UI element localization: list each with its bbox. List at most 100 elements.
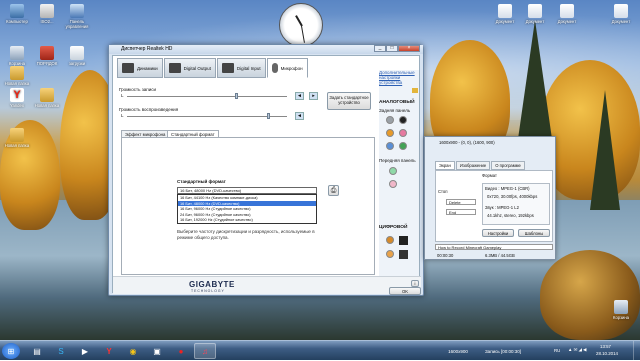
file-name-field[interactable]: How to Record Minecraft Gameplay — [435, 244, 553, 250]
tab-digital-output[interactable]: Digital Output — [163, 58, 216, 78]
desktop-icon-doc2[interactable]: Документ — [520, 4, 550, 24]
analog-label: АНАЛОГОВЫЙ — [379, 100, 415, 105]
restore-format-button[interactable]: ⎙ — [328, 185, 339, 196]
front-jack-green[interactable] — [389, 167, 397, 175]
tab-digital-input[interactable]: Digital Input — [216, 58, 266, 78]
slider-thumb[interactable] — [235, 93, 238, 99]
yandex-icon: Y — [10, 88, 24, 102]
capture-body: Стоп Delete End Формат Видео : MPEG-1 (C… — [435, 170, 553, 242]
desktop-icon-downloads[interactable]: загрузки — [62, 46, 92, 66]
taskbar: ⊞ ▤ S ▶ Y ◉ ▣ ● ♫ 1600x900 Запись [00:00… — [0, 340, 640, 361]
close-button[interactable]: × — [398, 45, 420, 52]
document-icon — [70, 46, 84, 60]
end-hotkey-field[interactable]: End — [446, 209, 476, 215]
set-default-device-button[interactable]: Задать стандартное устройство — [327, 92, 371, 110]
rear-jack-gray[interactable] — [386, 116, 394, 124]
optical-jack[interactable] — [399, 236, 408, 245]
desktop-icon-recycle-right[interactable]: Корзина — [606, 300, 636, 320]
taskbar-app[interactable]: ▣ — [146, 343, 168, 359]
gigabyte-logo: GIGABYTE — [189, 280, 235, 289]
taskbar-chrome[interactable]: ◉ — [122, 343, 144, 359]
settings-button[interactable]: Настройки — [482, 229, 514, 237]
desktop-icon-label: Документ — [495, 19, 515, 24]
record-volume-slider[interactable] — [127, 93, 287, 99]
digital-coax-jack[interactable] — [386, 236, 394, 244]
templates-button[interactable]: Шаблоны — [518, 229, 550, 237]
stop-label: Стоп — [438, 189, 448, 194]
desktop-icon-label: Yandex — [10, 103, 24, 108]
mute-icon[interactable]: ◄ — [295, 112, 304, 120]
desktop-icon-doc1[interactable]: Документ — [490, 4, 520, 24]
audio-format: Звук : MPEG-1 L2 — [485, 205, 519, 210]
taskbar-media[interactable]: ▶ — [74, 343, 96, 359]
desktop-icon-doc3[interactable]: Документ — [552, 4, 582, 24]
clock-minute-hand — [301, 25, 305, 43]
desktop-icon-label: загрузки — [68, 61, 86, 66]
desktop-icon-recycle[interactable]: Корзина — [2, 46, 32, 66]
desktop-icon-iso[interactable]: ISO2... — [32, 4, 62, 24]
desktop-icon-order[interactable]: ПОРЯДОК — [32, 46, 62, 66]
show-desktop-button[interactable] — [633, 341, 640, 361]
digital-jack-orange[interactable] — [386, 250, 394, 258]
front-jack-pink[interactable] — [389, 180, 397, 188]
desktop-icon-doc4[interactable]: Документ — [606, 4, 636, 24]
slider-thumb[interactable] — [267, 113, 270, 119]
digital-label: ЦИФРОВОЙ — [379, 225, 408, 230]
capture-window: 1600x900 - (0, 0), (1600, 900) Экран Изоб… — [424, 136, 556, 260]
taskbar-yandex[interactable]: Y — [98, 343, 120, 359]
rear-jack-black[interactable] — [399, 116, 407, 124]
ok-button[interactable]: OK — [389, 287, 421, 295]
tab-label: Динамики — [137, 65, 158, 71]
record-volume-icon[interactable]: ◄ — [295, 92, 304, 100]
desktop-icon-new-folder[interactable]: Новая папка — [2, 66, 32, 86]
minimize-button[interactable]: _ — [374, 45, 386, 52]
desktop-icon-yandex[interactable]: Y Yandex — [2, 88, 32, 108]
maximize-button[interactable]: □ — [386, 45, 398, 52]
format-select[interactable]: 16 Бит, 48000 Hz (DVD-качество) — [177, 187, 317, 194]
desktop-icon-control-panel[interactable]: Панель управления — [62, 4, 92, 29]
tray-icons[interactable]: ▲ ✉ ◢ ◀ — [568, 347, 586, 353]
taskbar-capture-res[interactable]: 1600x900 — [440, 343, 476, 359]
rear-jack-pink[interactable] — [399, 129, 407, 137]
taskbar-explorer[interactable]: ▤ — [26, 343, 48, 359]
recycle-bin-icon — [614, 300, 628, 314]
playback-volume-slider[interactable] — [127, 113, 287, 119]
desktop-icon-label: Новая папка — [4, 81, 30, 86]
clock-gadget[interactable] — [279, 3, 323, 47]
taskbar-record[interactable]: ● — [170, 343, 192, 359]
tab-screen[interactable]: Экран — [435, 161, 455, 170]
desktop-icon-label: Панель управления — [65, 19, 89, 29]
language-indicator[interactable]: RU — [554, 348, 560, 353]
rear-jack-blue[interactable] — [386, 142, 394, 150]
desktop-icon-computer[interactable]: Компьютер — [2, 4, 32, 24]
desktop-icon-folder2[interactable]: Новая папка — [32, 88, 62, 108]
stop-hotkey-field[interactable]: Delete — [446, 199, 476, 205]
folder-icon[interactable] — [412, 88, 418, 93]
left-channel-label: L — [121, 93, 124, 98]
tab-label: Digital Input — [236, 65, 261, 71]
document-icon — [498, 4, 512, 18]
format-option[interactable]: 16 Бит, 192000 Hz (Студийное качество) — [178, 217, 316, 223]
rear-jack-orange[interactable] — [386, 129, 394, 137]
folder-icon — [40, 88, 54, 102]
advanced-settings-link[interactable]: Дополнительные настройки устройства — [379, 70, 419, 85]
document-icon — [560, 4, 574, 18]
desktop-icon-folder3[interactable]: Новая папка — [2, 128, 32, 148]
taskbar-realtek[interactable]: ♫ — [194, 343, 216, 359]
playback-volume-label: Громкость воспроизведения — [119, 107, 179, 112]
info-button[interactable]: i — [411, 280, 419, 287]
clock-time[interactable]: 13:57 — [600, 344, 611, 349]
tab-microphone[interactable]: Микрофон — [266, 58, 308, 78]
folder-icon — [10, 128, 24, 142]
taskbar-skype[interactable]: S — [50, 343, 72, 359]
taskbar-capture-rec[interactable]: Запись [00:00:30] — [478, 343, 528, 359]
rear-jack-green[interactable] — [399, 142, 407, 150]
clock-date[interactable]: 28.10.2014 — [596, 351, 618, 356]
tab-about[interactable]: О программе — [491, 161, 525, 170]
tab-speakers[interactable]: Динамики — [117, 58, 163, 78]
start-button[interactable]: ⊞ — [2, 343, 20, 359]
tab-image[interactable]: Изображение — [455, 161, 491, 170]
format-heading: Стандартный формат — [177, 179, 226, 184]
optical-jack[interactable] — [399, 250, 408, 259]
mic-boost-icon[interactable]: ▸ — [309, 92, 318, 100]
